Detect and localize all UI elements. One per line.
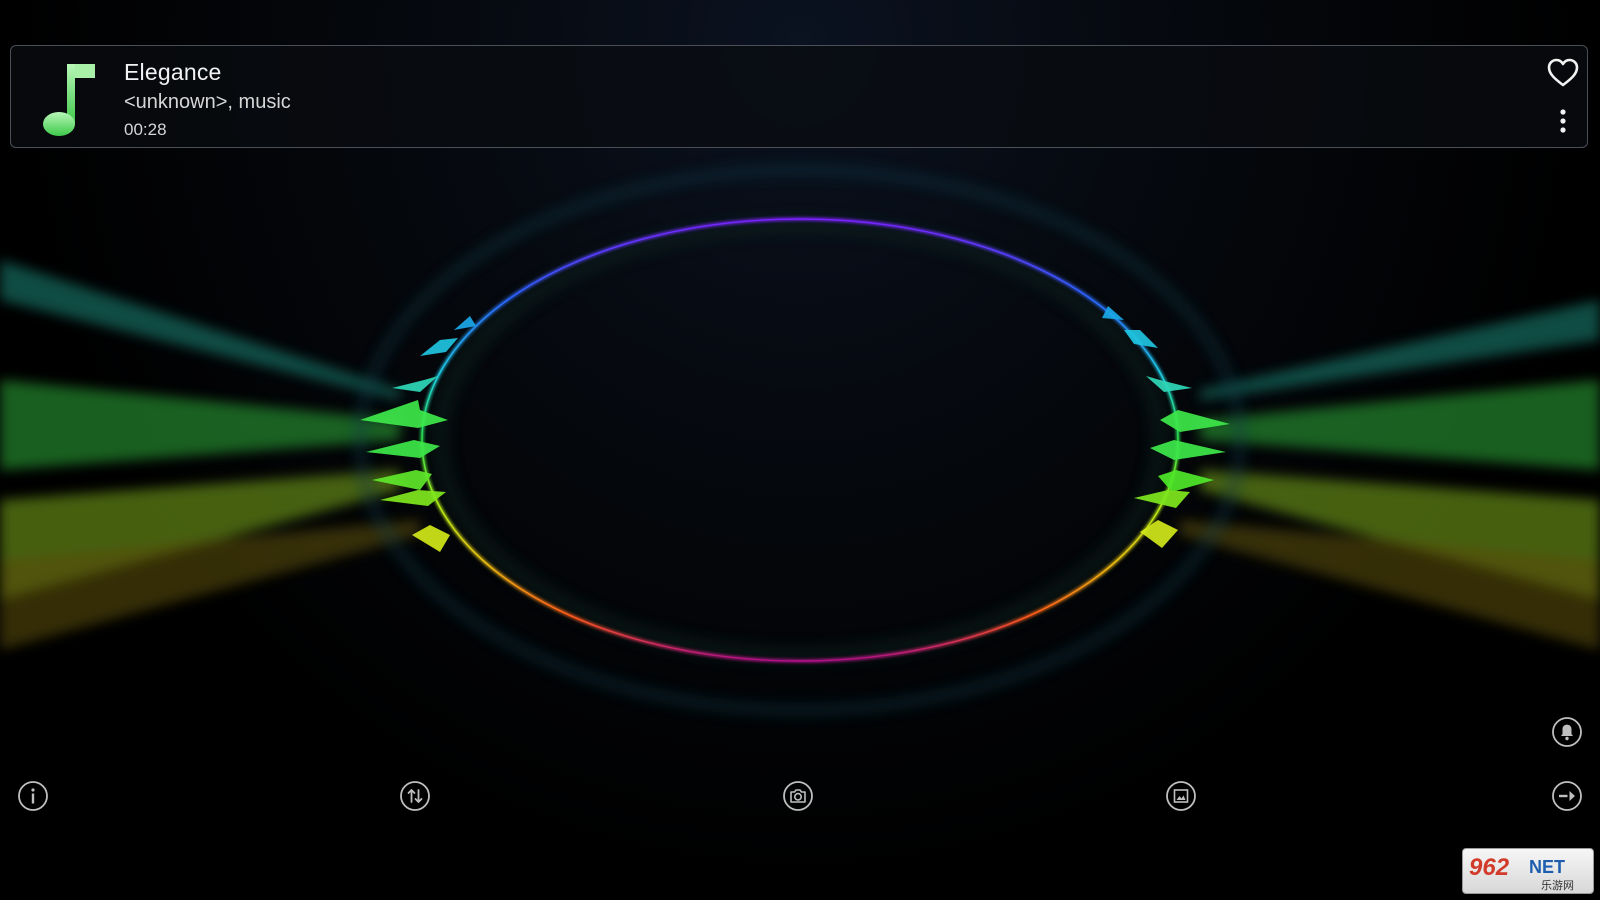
more-vertical-icon — [1560, 109, 1566, 133]
track-title: Elegance — [124, 59, 222, 85]
bell-icon — [1552, 717, 1582, 747]
switch-visualizer-button[interactable] — [399, 780, 431, 812]
info-button[interactable] — [17, 780, 49, 812]
swap-vertical-icon — [400, 781, 430, 811]
heart-outline-icon — [1547, 58, 1579, 87]
exit-visualizer-icon — [1552, 781, 1582, 811]
svg-text:962: 962 — [1469, 854, 1510, 881]
watermark-logo: 962 NET 乐游网 — [1462, 848, 1594, 894]
elapsed-time: 00:28 — [124, 120, 167, 139]
favorite-button[interactable] — [1546, 56, 1580, 90]
exit-visualizer-button[interactable] — [1551, 780, 1583, 812]
now-playing-card: Elegance <unknown>, music 00:28 — [10, 45, 1588, 148]
camera-icon — [783, 781, 813, 811]
image-frame-icon — [1166, 781, 1196, 811]
track-artist-album: <unknown>, music — [124, 91, 291, 113]
background-image-button[interactable] — [1165, 780, 1197, 812]
music-note-icon — [35, 60, 97, 136]
more-options-button[interactable] — [1551, 106, 1575, 138]
snapshot-button[interactable] — [782, 780, 814, 812]
svg-text:乐游网: 乐游网 — [1541, 879, 1574, 892]
info-icon — [18, 781, 48, 811]
notification-button[interactable] — [1551, 716, 1583, 748]
visualizer-screen: Elegance <unknown>, music 00:28 962 NET … — [0, 0, 1600, 900]
svg-text:NET: NET — [1529, 857, 1565, 877]
